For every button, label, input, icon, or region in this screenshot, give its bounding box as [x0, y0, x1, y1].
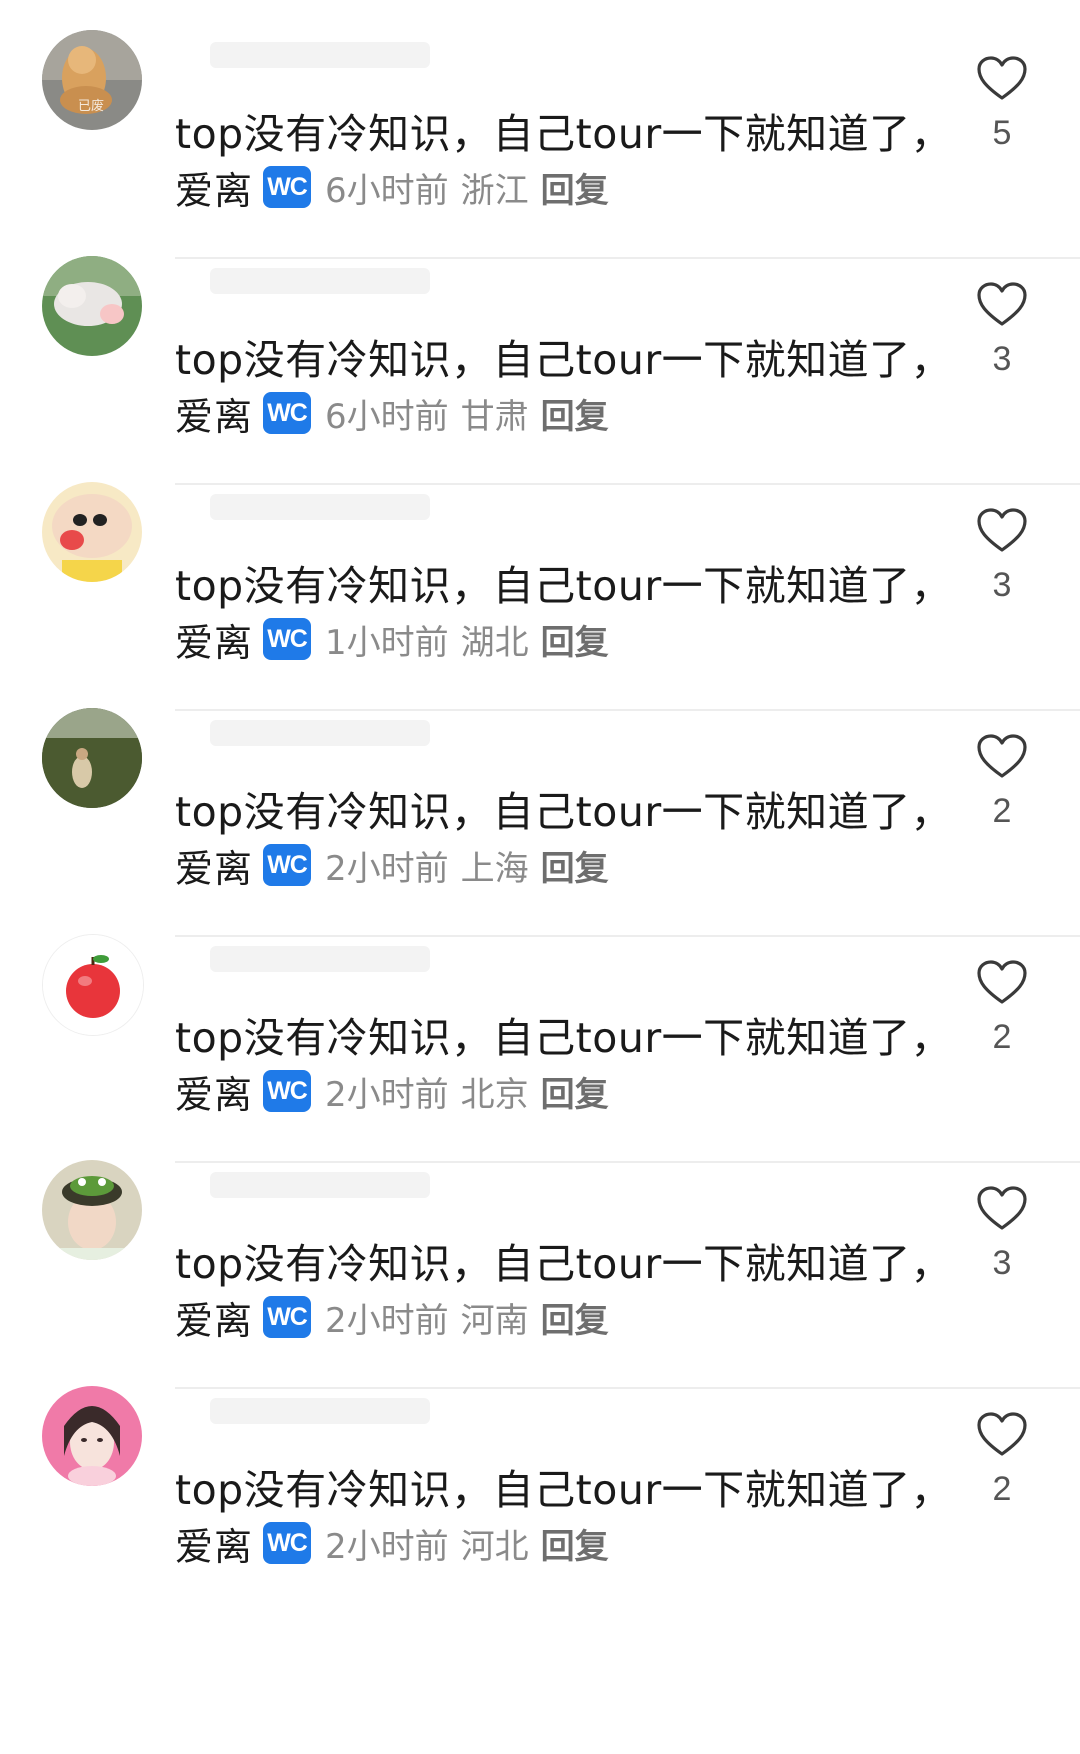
username-mask — [210, 42, 430, 68]
avatar-image-dog: 已废 — [42, 30, 142, 130]
author-reply-label: 爱离 — [175, 1524, 254, 1569]
comment-meta: 爱离 WC 2小时前 北京 回复 — [175, 1066, 609, 1117]
comment-location: 浙江 — [460, 170, 529, 211]
avatar[interactable] — [42, 482, 142, 582]
comment-item: top没有冷知识，自己tour一下就知道了， 爱离 WC 6小时前 甘肃 回复 … — [0, 244, 1080, 496]
heart-outline-icon[interactable] — [977, 282, 1027, 328]
wc-badge: WC — [263, 166, 312, 208]
avatar[interactable] — [42, 256, 142, 356]
author-reply-label: 爱离 — [175, 620, 254, 665]
author-reply-label: 爱离 — [175, 1072, 254, 1117]
comment-location: 河南 — [460, 1300, 529, 1341]
comment-location: 北京 — [460, 1074, 529, 1115]
username-mask — [210, 946, 430, 972]
comment-time: 2小时前 — [325, 1074, 449, 1115]
heart-outline-icon[interactable] — [977, 1412, 1027, 1458]
comment-location: 河北 — [460, 1526, 529, 1567]
wc-badge: WC — [263, 1522, 312, 1564]
reply-button[interactable]: 回复 — [541, 1519, 609, 1568]
comment-time: 2小时前 — [325, 848, 449, 889]
like-count: 2 — [992, 792, 1012, 830]
author-reply-label: 爱离 — [175, 846, 254, 891]
comment-text: top没有冷知识，自己tour一下就知道了， — [175, 1014, 953, 1062]
comment-meta: 爱离 WC 6小时前 浙江 回复 — [175, 162, 609, 213]
comment-meta: 爱离 WC 2小时前 河北 回复 — [175, 1518, 609, 1569]
username-mask — [210, 1398, 430, 1424]
like-count: 3 — [992, 340, 1012, 378]
avatar-image-portrait-pink — [42, 1386, 142, 1486]
avatar[interactable] — [42, 1160, 142, 1260]
comment-meta: 爱离 WC 1小时前 湖北 回复 — [175, 614, 609, 665]
username-mask — [210, 268, 430, 294]
heart-outline-icon[interactable] — [977, 1186, 1027, 1232]
comment-location: 甘肃 — [460, 396, 529, 437]
wc-badge: WC — [263, 1296, 312, 1338]
comment-text: top没有冷知识，自己tour一下就知道了， — [175, 1466, 953, 1514]
username-mask — [210, 720, 430, 746]
avatar-watermark: 已废 — [78, 98, 104, 114]
username-mask — [210, 1172, 430, 1198]
avatar-image-cartoon — [42, 482, 142, 582]
comment-item: top没有冷知识，自己tour一下就知道了， 爱离 WC 2小时前 河北 回复 … — [0, 1374, 1080, 1626]
comment-time: 1小时前 — [325, 622, 449, 663]
comment-item: top没有冷知识，自己tour一下就知道了， 爱离 WC 1小时前 湖北 回复 … — [0, 470, 1080, 722]
reply-button[interactable]: 回复 — [541, 841, 609, 890]
comment-meta: 爱离 WC 2小时前 上海 回复 — [175, 840, 609, 891]
heart-outline-icon[interactable] — [977, 56, 1027, 102]
username-mask — [210, 494, 430, 520]
comment-text: top没有冷知识，自己tour一下就知道了， — [175, 110, 953, 158]
comment-item: top没有冷知识，自己tour一下就知道了， 爱离 WC 2小时前 河南 回复 … — [0, 1148, 1080, 1400]
comment-list: 已废 top没有冷知识，自己tour一下就知道了， 爱离 WC 6小时前 浙江 … — [0, 0, 1080, 1754]
reply-button[interactable]: 回复 — [541, 163, 609, 212]
wc-badge: WC — [263, 844, 312, 886]
author-reply-label: 爱离 — [175, 1298, 254, 1343]
heart-outline-icon[interactable] — [977, 734, 1027, 780]
avatar-image-apple — [43, 935, 143, 1035]
comment-time: 2小时前 — [325, 1526, 449, 1567]
reply-button[interactable]: 回复 — [541, 1293, 609, 1342]
avatar-image-cat — [42, 256, 142, 356]
avatar-image-portrait-frog-hat — [42, 1160, 142, 1260]
avatar[interactable]: 已废 — [42, 30, 142, 130]
comment-meta: 爱离 WC 2小时前 河南 回复 — [175, 1292, 609, 1343]
comment-time: 2小时前 — [325, 1300, 449, 1341]
author-reply-label: 爱离 — [175, 168, 254, 213]
wc-badge: WC — [263, 618, 312, 660]
comment-item: top没有冷知识，自己tour一下就知道了， 爱离 WC 2小时前 上海 回复 … — [0, 696, 1080, 948]
avatar[interactable] — [42, 708, 142, 808]
like-count: 2 — [992, 1470, 1012, 1508]
comment-item: top没有冷知识，自己tour一下就知道了， 爱离 WC 2小时前 北京 回复 … — [0, 922, 1080, 1174]
avatar-image-meadow — [42, 708, 142, 808]
heart-outline-icon[interactable] — [977, 960, 1027, 1006]
like-count: 5 — [992, 114, 1012, 152]
like-count: 2 — [992, 1018, 1012, 1056]
author-reply-label: 爱离 — [175, 394, 254, 439]
comment-text: top没有冷知识，自己tour一下就知道了， — [175, 1240, 953, 1288]
comment-text: top没有冷知识，自己tour一下就知道了， — [175, 336, 953, 384]
comment-text: top没有冷知识，自己tour一下就知道了， — [175, 562, 953, 610]
avatar[interactable] — [42, 1386, 142, 1486]
like-count: 3 — [992, 566, 1012, 604]
heart-outline-icon[interactable] — [977, 508, 1027, 554]
reply-button[interactable]: 回复 — [541, 615, 609, 664]
comment-time: 6小时前 — [325, 170, 449, 211]
like-count: 3 — [992, 1244, 1012, 1282]
comment-meta: 爱离 WC 6小时前 甘肃 回复 — [175, 388, 609, 439]
comment-text: top没有冷知识，自己tour一下就知道了， — [175, 788, 953, 836]
comment-item: 已废 top没有冷知识，自己tour一下就知道了， 爱离 WC 6小时前 浙江 … — [0, 18, 1080, 270]
avatar[interactable] — [42, 934, 144, 1036]
comment-time: 6小时前 — [325, 396, 449, 437]
reply-button[interactable]: 回复 — [541, 389, 609, 438]
wc-badge: WC — [263, 392, 312, 434]
wc-badge: WC — [263, 1070, 312, 1112]
comment-location: 湖北 — [460, 622, 529, 663]
comment-location: 上海 — [460, 848, 529, 889]
reply-button[interactable]: 回复 — [541, 1067, 609, 1116]
